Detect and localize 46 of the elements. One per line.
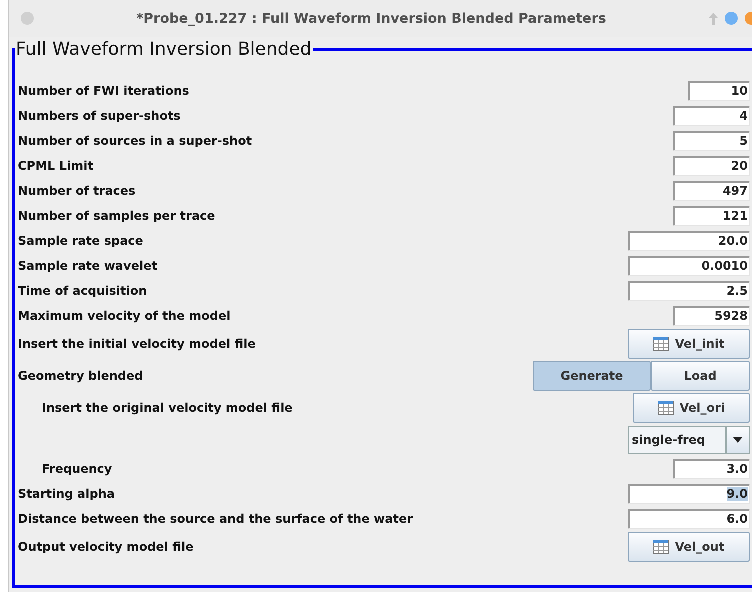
field-label: Sample rate wavelet bbox=[18, 258, 158, 272]
file-button[interactable]: Vel_out bbox=[628, 532, 750, 562]
window-control-icon[interactable] bbox=[725, 12, 738, 25]
panel-title: Full Waveform Inversion Blended bbox=[15, 39, 313, 60]
input-field[interactable]: 2.5 bbox=[628, 280, 750, 300]
input-field[interactable]: 20 bbox=[673, 156, 750, 176]
field-label: Time of acquisition bbox=[18, 284, 148, 298]
input-field[interactable]: 4 bbox=[673, 106, 750, 126]
table-icon bbox=[658, 401, 674, 415]
input-field[interactable]: 10 bbox=[688, 80, 750, 100]
toggle-button[interactable]: Load bbox=[651, 361, 750, 391]
field-label: Insert the original velocity model file bbox=[41, 401, 293, 415]
field-label: Number of FWI iterations bbox=[18, 84, 190, 98]
input-field[interactable]: 20.0 bbox=[628, 230, 750, 250]
input-field[interactable]: 0.0010 bbox=[628, 256, 750, 276]
field-label: Numbers of super-shots bbox=[18, 108, 181, 122]
field-label: CPML Limit bbox=[18, 158, 94, 172]
field-label: Distance between the source and the surface of the water bbox=[18, 512, 414, 526]
input-field[interactable]: 6.0 bbox=[628, 508, 750, 528]
table-icon bbox=[653, 540, 670, 554]
input-field[interactable]: 5928 bbox=[673, 306, 750, 326]
file-button[interactable]: Vel_ori bbox=[633, 393, 750, 423]
input-field[interactable]: 9.0 bbox=[628, 484, 750, 504]
table-icon bbox=[653, 337, 670, 351]
up-arrow-icon[interactable] bbox=[709, 12, 718, 24]
toggle-button[interactable]: Generate bbox=[533, 361, 651, 391]
field-label: Output velocity model file bbox=[18, 540, 194, 554]
field-label: Number of sources in a super-shot bbox=[18, 134, 252, 148]
dropdown[interactable]: single-freq bbox=[628, 426, 726, 454]
file-button[interactable]: Vel_init bbox=[628, 329, 750, 359]
caret-icon bbox=[733, 437, 743, 443]
field-label: Starting alpha bbox=[18, 486, 115, 500]
input-field[interactable]: 5 bbox=[673, 130, 750, 150]
field-label: Number of samples per trace bbox=[18, 208, 216, 222]
input-field[interactable]: 497 bbox=[673, 180, 750, 200]
window-control-icon[interactable] bbox=[21, 12, 34, 25]
field-label: Insert the initial velocity model file bbox=[18, 337, 256, 351]
field-label: Number of traces bbox=[18, 184, 136, 198]
field-label: Sample rate space bbox=[18, 234, 144, 248]
window-title: *Probe_01.227 : Full Waveform Inversion Blended Parameters bbox=[136, 10, 608, 26]
field-label: Maximum velocity of the model bbox=[18, 308, 231, 322]
field-label: Geometry blended bbox=[18, 369, 144, 383]
input-field[interactable]: 121 bbox=[673, 206, 750, 226]
dropdown-arrow-button[interactable] bbox=[726, 426, 750, 454]
field-label: Frequency bbox=[41, 462, 112, 476]
input-field[interactable]: 3.0 bbox=[673, 458, 750, 478]
